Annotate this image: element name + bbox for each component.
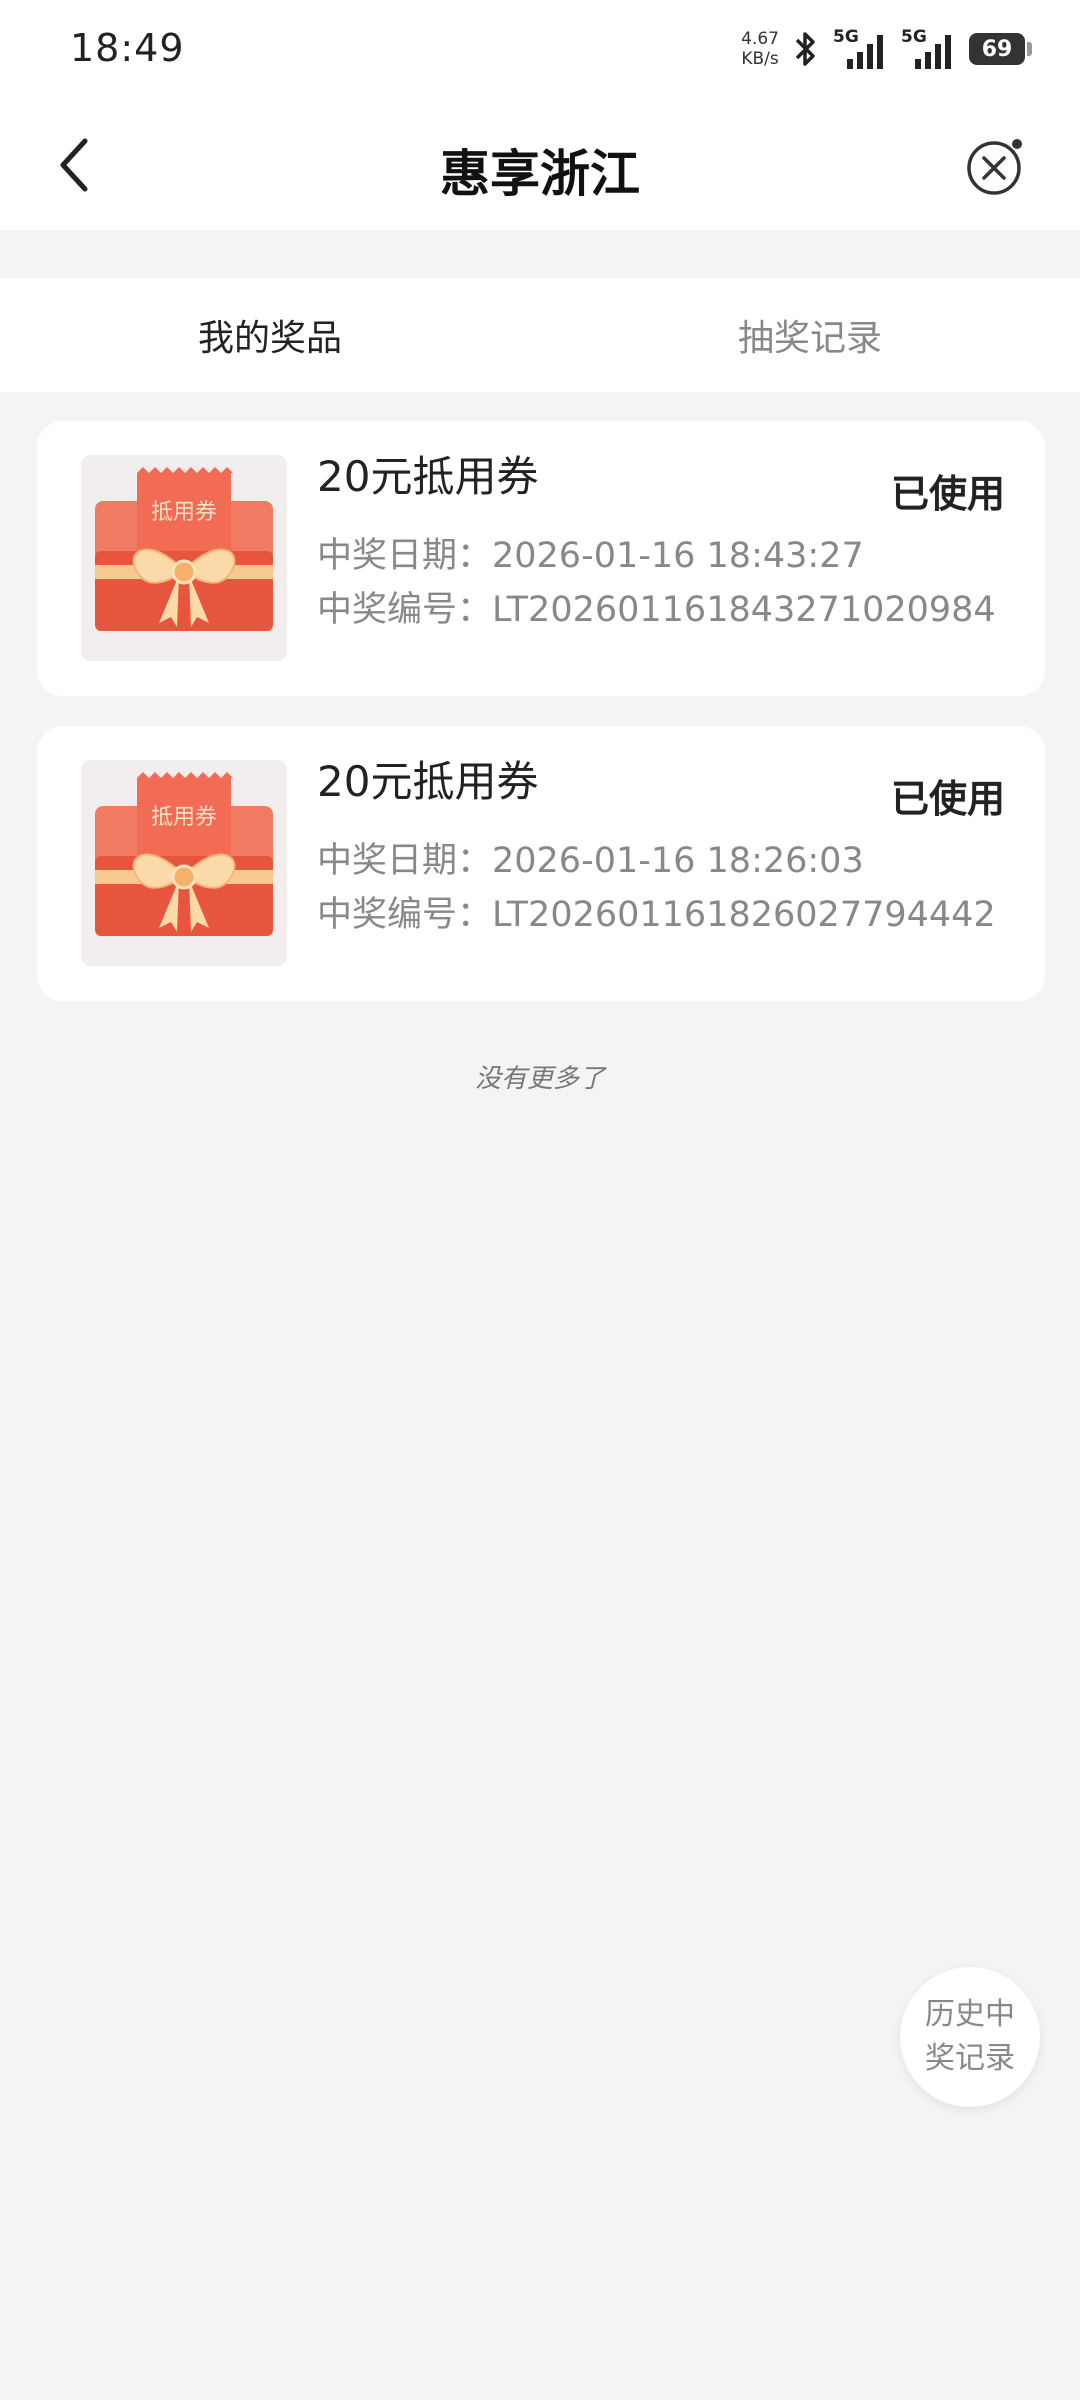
- tab-bar: 我的奖品 抽奖记录: [0, 278, 1080, 392]
- battery-icon: 69: [969, 33, 1032, 65]
- history-prizes-button[interactable]: 历史中奖记录: [900, 1967, 1040, 2107]
- prize-date: 中奖日期：2026-01-16 18:26:03: [317, 841, 864, 881]
- prize-card[interactable]: 抵用券 20元抵用券 已使用 中奖日期：2026-01-16 18:43:27 …: [37, 421, 1045, 696]
- svg-text:抵用券: 抵用券: [151, 500, 217, 525]
- tab-my-prizes[interactable]: 我的奖品: [0, 278, 540, 392]
- prize-status-badge: 已使用: [890, 777, 1005, 821]
- close-button[interactable]: [964, 134, 1028, 198]
- prize-card[interactable]: 抵用券 20元抵用券 已使用 中奖日期：2026-01-16 18:26:03 …: [37, 726, 1045, 1001]
- signal-5g-icon-1: 5G: [833, 27, 891, 71]
- prize-status-badge: 已使用: [890, 472, 1005, 516]
- app-header: 惠享浙江: [0, 100, 1080, 230]
- bluetooth-icon: [795, 32, 815, 66]
- status-bar: 18:49 4.67 KB/s 5G 5G 69: [0, 0, 1080, 100]
- coupon-gift-icon: 抵用券: [81, 760, 287, 966]
- status-icons: 4.67 KB/s 5G 5G 69: [741, 24, 1032, 74]
- tab-draw-records[interactable]: 抽奖记录: [540, 278, 1080, 392]
- coupon-gift-icon: 抵用券: [81, 455, 287, 661]
- svg-text:抵用券: 抵用券: [151, 805, 217, 830]
- page-title: 惠享浙江: [440, 145, 640, 203]
- status-time: 18:49: [70, 26, 185, 70]
- close-circle-icon: [967, 139, 1022, 195]
- history-prizes-label: 历史中奖记录: [925, 1997, 1015, 2076]
- signal-5g-icon-2: 5G: [901, 27, 959, 71]
- list-end-text: 没有更多了: [474, 1064, 605, 1094]
- prize-name: 20元抵用券: [317, 452, 539, 501]
- prize-number: 中奖编号：LT20260116182602779444​2: [317, 895, 996, 935]
- prize-date: 中奖日期：2026-01-16 18:43:27: [317, 536, 864, 576]
- prize-name: 20元抵用券: [317, 757, 539, 806]
- prize-number: 中奖编号：LT20260116184327102098​4: [317, 590, 996, 630]
- network-speed: 4.67 KB/s: [741, 29, 779, 69]
